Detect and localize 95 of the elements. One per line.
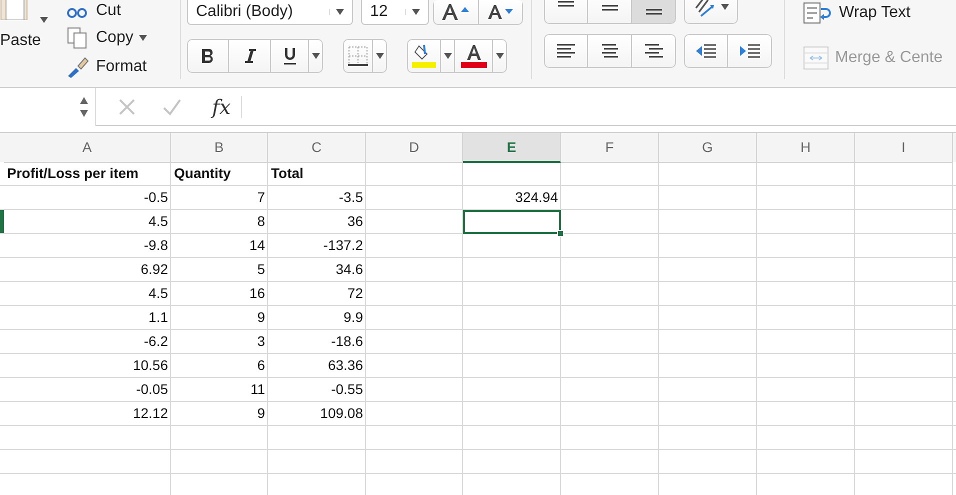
wrap-text-button[interactable]: Wrap Text [803,2,943,24]
table-cell-text: 63.36 [326,356,364,375]
selected-cell[interactable] [463,210,561,234]
column-title-cell-text: Quantity [173,164,232,183]
table-cell-text: 9 [256,308,266,327]
font-color-options-button[interactable] [493,39,507,73]
font-color-icon [460,44,488,68]
table-cell-text: 3 [256,332,266,351]
underline-button[interactable] [271,39,309,73]
copy-button[interactable]: Copy [66,27,148,49]
caret-icon [336,9,344,15]
italic-button[interactable] [229,39,271,73]
checkmark-icon[interactable] [162,98,182,116]
increase-indent-icon [738,43,760,59]
underline-options-button[interactable] [309,39,323,73]
merge-cells-icon [803,46,829,70]
caret-icon [376,53,384,59]
table-cell-text: 9 [256,404,266,423]
table-cell-text: -9.8 [142,236,169,255]
table-cell-text: 6.92 [140,260,169,279]
horizontal-align-button[interactable] [588,34,632,68]
column-header[interactable]: E [463,133,561,163]
horizontal-align-button[interactable] [544,34,588,68]
table-cell-text: 16 [248,284,266,303]
grow-font-button[interactable] [433,0,479,25]
table-cell-text: 11 [249,380,266,399]
table-cell-text: -6.2 [142,332,169,351]
table-cell-text: 6 [256,356,266,375]
table-cell-text: 72 [346,284,364,303]
table-cell-text: -0.5 [142,188,169,207]
table-cell-text: 324.94 [514,188,559,207]
insert-function-button[interactable]: fx [212,96,242,118]
table-cell-text: 12.12 [132,404,169,423]
table-cell-text: -3.5 [338,188,364,207]
increase-indent-button[interactable] [728,34,772,68]
align-middle-icon [600,5,618,11]
horizontal-align-button[interactable] [632,34,676,68]
caret-icon [312,53,320,59]
borders-button[interactable] [343,39,373,73]
borders-icon [347,45,369,67]
align-bottom-icon [644,9,662,15]
table-cell-text: -0.55 [330,380,364,399]
column-title-cell-text: Profit/Loss per item [6,164,140,183]
caret-icon [412,9,420,15]
caret-icon [139,35,148,41]
column-title-cell-text: Total [270,164,304,183]
font-name-dropdown[interactable]: Calibri (Body) [187,0,353,25]
table-cell-text: 10.56 [132,356,169,375]
fill-color-button[interactable] [407,39,441,73]
fill-color-options-button[interactable] [441,39,455,73]
align-right-icon [642,43,664,59]
bold-icon [201,48,215,64]
table-cell-text: 36 [346,212,364,231]
table-cell-text: 4.5 [148,212,169,231]
decrease-indent-button[interactable] [684,34,728,68]
caret-icon [40,17,48,23]
table-cell-text: 109.08 [319,404,364,423]
orientation-button[interactable] [684,0,738,24]
table-cell-text: 7 [256,188,266,207]
table-cell-text: 1.1 [148,308,169,327]
decrease-indent-icon [695,43,717,59]
table-cell-text: 34.6 [334,260,364,279]
table-cell-text: -137.2 [322,236,364,255]
paint-bucket-icon [411,44,437,68]
font-color-button[interactable] [455,39,493,73]
italic-icon [244,48,256,64]
cut-button[interactable]: Cut [66,2,148,20]
table-cell-text: 14 [248,236,266,255]
table-cell-text: -0.05 [135,380,169,399]
format-painter-button[interactable]: Format [66,56,148,78]
underline-icon [282,47,296,65]
table-cell-text: 8 [256,212,266,231]
table-cell-text: 9.9 [342,308,364,327]
bold-button[interactable] [187,39,229,73]
angled-text-icon [693,0,715,18]
fill-handle[interactable] [557,230,564,237]
table-cell-text: -18.6 [330,332,364,351]
paintbrush-icon [66,56,90,78]
vertical-align-button[interactable] [588,0,632,24]
align-left-icon [555,43,577,59]
paste-button[interactable]: Paste [0,32,41,50]
borders-options-button[interactable] [373,39,387,73]
table-cell-text: 5 [256,260,266,279]
grow-font-icon [441,3,471,21]
vertical-align-button[interactable] [632,0,676,24]
caret-icon [444,53,452,59]
vertical-align-button[interactable] [544,0,588,24]
table-cell-text: 4.5 [148,284,169,303]
shrink-font-button[interactable] [479,0,523,25]
caret-icon [721,4,729,10]
stepper-icon [79,94,89,118]
caret-icon [496,53,504,59]
shrink-font-icon [486,4,514,20]
align-top-icon [557,1,575,7]
font-size-dropdown[interactable]: 12 [361,0,429,25]
